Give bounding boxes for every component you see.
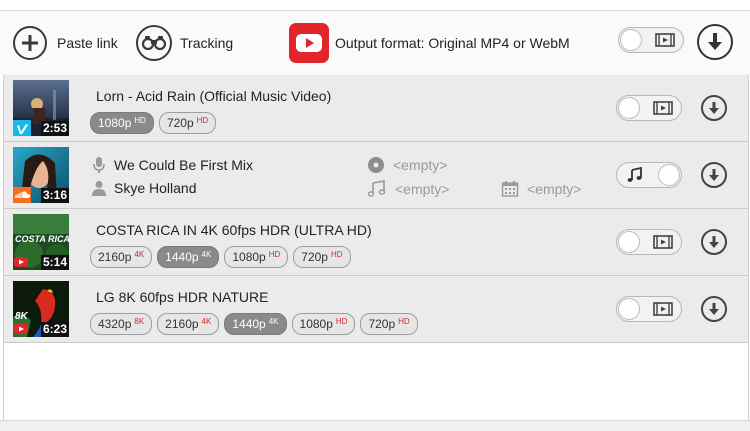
video-mode-toggle[interactable] <box>616 229 682 255</box>
vimeo-icon <box>13 120 31 136</box>
toggle-knob <box>658 164 680 186</box>
thumbnail-text: COSTA RICA <box>15 234 69 244</box>
quality-chip[interactable]: 720p HD <box>293 246 351 268</box>
video-mode-toggle[interactable] <box>616 296 682 322</box>
output-format-label: Output format: Original MP4 or WebM <box>335 35 570 51</box>
paste-link-label: Paste link <box>57 35 118 51</box>
calendar-icon <box>501 181 519 197</box>
quality-options: 2160p 4K 1440p 4K 1080p HD 720p HD <box>90 246 351 268</box>
download-arrow-icon <box>709 236 719 248</box>
duration-label: 3:16 <box>40 188 69 203</box>
download-button[interactable] <box>701 162 727 188</box>
quality-chip[interactable]: 4320p 8K <box>90 313 153 335</box>
genre-value: <empty> <box>395 181 450 197</box>
quality-chip[interactable]: 1440p 4K <box>224 313 287 335</box>
film-icon <box>655 33 675 47</box>
genre-field[interactable]: <empty> <box>367 180 449 198</box>
video-thumbnail: 8K 6:23 <box>13 281 69 337</box>
quality-chip[interactable]: 1440p 4K <box>157 246 220 268</box>
video-thumbnail: COSTA RICA 5:14 <box>13 214 69 270</box>
toolbar: Paste link Tracking Output format: Origi… <box>0 11 750 75</box>
video-mode-toggle[interactable] <box>616 95 682 121</box>
music-notes-icon <box>367 180 386 197</box>
audio-thumbnail: 3:16 <box>13 147 69 203</box>
toggle-knob <box>618 298 640 320</box>
tracking-label: Tracking <box>180 35 234 51</box>
date-value: <empty> <box>527 181 582 197</box>
tracking-button[interactable]: Tracking <box>136 11 233 75</box>
list-item[interactable]: 3:16 We Could Be First Mix Skye Holland … <box>4 142 748 209</box>
microphone-icon <box>93 157 105 173</box>
video-mode-toggle[interactable] <box>618 27 684 53</box>
download-arrow-icon <box>709 169 719 181</box>
film-icon <box>653 235 673 249</box>
track-field[interactable]: We Could Be First Mix <box>92 156 253 174</box>
status-bar <box>0 420 750 431</box>
youtube-icon <box>13 254 31 270</box>
item-title: COSTA RICA IN 4K 60fps HDR (ULTRA HD) <box>96 222 372 238</box>
list-item[interactable]: 8K 6:23 LG 8K 60fps HDR NATURE 4320p 8K 2… <box>4 276 748 343</box>
quality-chip[interactable]: 720p HD <box>360 313 418 335</box>
track-title: We Could Be First Mix <box>114 157 253 173</box>
youtube-icon <box>13 321 31 337</box>
window-top-edge <box>0 0 750 11</box>
film-icon <box>653 302 673 316</box>
album-value: <empty> <box>393 157 448 173</box>
artist-name: Skye Holland <box>114 180 197 196</box>
quality-chip[interactable]: 1080p HD <box>90 112 154 134</box>
toggle-knob <box>620 29 642 51</box>
quality-options: 4320p 8K 2160p 4K 1440p 4K 1080p HD 720p HD <box>90 313 418 335</box>
download-list: 2:53 Lorn - Acid Rain (Official Music Vi… <box>3 75 749 421</box>
duration-label: 5:14 <box>40 255 69 270</box>
download-arrow-icon <box>709 303 719 315</box>
disc-icon <box>368 157 384 173</box>
audio-mode-toggle[interactable] <box>616 162 682 188</box>
download-arrow-icon <box>708 33 722 50</box>
download-arrow-icon <box>709 102 719 114</box>
download-button[interactable] <box>701 296 727 322</box>
quality-chip[interactable]: 1080p HD <box>291 313 356 335</box>
duration-label: 2:53 <box>40 121 69 136</box>
toggle-knob <box>618 231 640 253</box>
item-title: Lorn - Acid Rain (Official Music Video) <box>96 88 332 104</box>
download-button[interactable] <box>701 229 727 255</box>
soundcloud-icon <box>13 187 31 203</box>
binoculars-icon <box>136 25 172 61</box>
quality-chip[interactable]: 2160p 4K <box>157 313 220 335</box>
film-icon <box>653 101 673 115</box>
date-field[interactable]: <empty> <box>501 180 581 198</box>
video-thumbnail: 2:53 <box>13 80 69 136</box>
artist-field[interactable]: Skye Holland <box>92 180 197 196</box>
output-format-button[interactable]: Output format: Original MP4 or WebM <box>289 11 570 75</box>
list-item[interactable]: COSTA RICA 5:14 COSTA RICA IN 4K 60fps H… <box>4 209 748 276</box>
album-field[interactable]: <empty> <box>367 156 447 174</box>
youtube-icon <box>289 23 329 63</box>
toggle-knob <box>618 97 640 119</box>
list-item[interactable]: 2:53 Lorn - Acid Rain (Official Music Vi… <box>4 75 748 142</box>
download-all-button[interactable] <box>697 24 733 60</box>
quality-options: 1080p HD 720p HD <box>90 112 217 134</box>
music-note-icon <box>627 167 642 182</box>
download-button[interactable] <box>701 95 727 121</box>
duration-label: 6:23 <box>40 322 69 337</box>
item-title: LG 8K 60fps HDR NATURE <box>96 289 269 305</box>
person-icon <box>92 181 106 196</box>
plus-icon <box>13 26 47 60</box>
quality-chip[interactable]: 1080p HD <box>224 246 289 268</box>
paste-link-button[interactable]: Paste link <box>13 11 118 75</box>
quality-chip[interactable]: 720p HD <box>158 112 217 134</box>
quality-chip[interactable]: 2160p 4K <box>90 246 153 268</box>
